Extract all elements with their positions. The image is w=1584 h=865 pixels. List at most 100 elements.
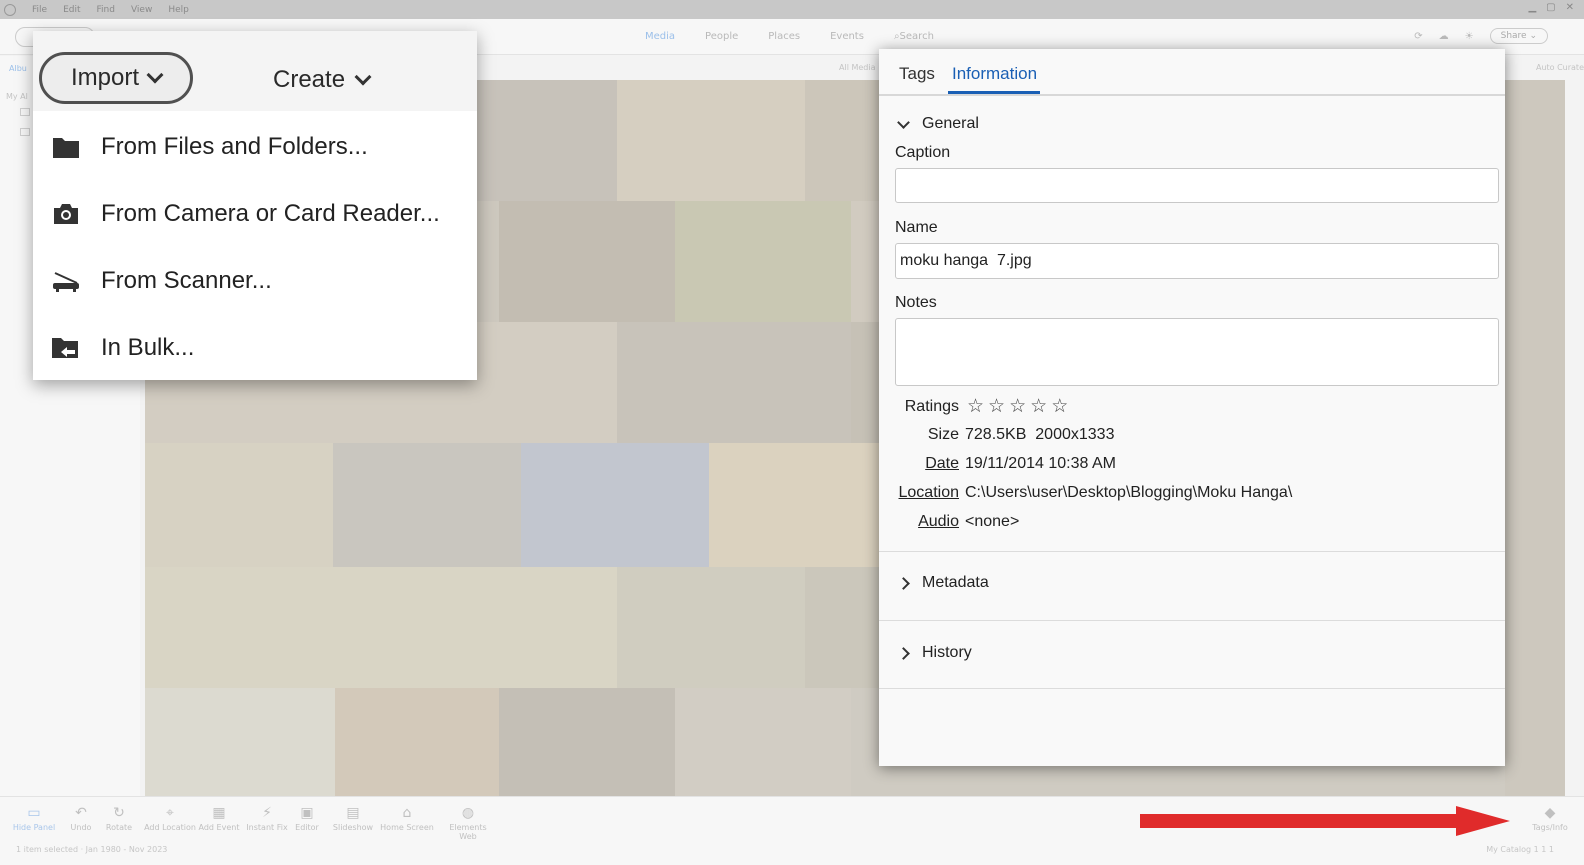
date-link[interactable]: Date xyxy=(879,455,959,473)
notes-input[interactable] xyxy=(895,318,1499,386)
ratings-row: Ratings ☆ ☆ ☆ ☆ ☆ xyxy=(879,395,1068,418)
information-panel: Tags Information General Caption Name mo… xyxy=(879,49,1505,766)
star-icon[interactable]: ☆ xyxy=(967,395,984,418)
tab-people[interactable]: People xyxy=(705,31,738,42)
maximize-icon[interactable]: ▢ xyxy=(1546,2,1555,13)
date-row: Date 19/11/2014 10:38 AM xyxy=(879,455,1116,473)
sync-icon[interactable]: ⟳ xyxy=(1414,31,1422,42)
tab-media[interactable]: Media xyxy=(645,31,675,42)
share-button[interactable]: Share ⌄ xyxy=(1489,28,1548,44)
tool-label: Hide Panel xyxy=(12,823,56,832)
import-button[interactable]: Import xyxy=(39,52,193,104)
camera-icon xyxy=(51,199,81,229)
album-icon xyxy=(20,108,30,116)
metadata-section-header[interactable]: Metadata xyxy=(897,574,989,592)
brightness-icon[interactable]: ☀ xyxy=(1465,31,1474,42)
location-row: Location C:\Users\user\Desktop\Blogging\… xyxy=(879,484,1293,502)
caption-input[interactable] xyxy=(895,168,1499,203)
tool-label: Editor xyxy=(295,823,319,832)
menu-find[interactable]: Find xyxy=(97,5,115,15)
audio-link[interactable]: Audio xyxy=(879,513,959,531)
photo-thumbnail[interactable] xyxy=(145,688,335,796)
auto-curate-toggle[interactable]: Auto Curate xyxy=(1536,63,1584,72)
photo-thumbnail[interactable] xyxy=(1505,80,1565,796)
bulk-import-icon xyxy=(51,333,81,363)
albums-tab[interactable]: Albu xyxy=(9,64,27,73)
close-icon[interactable]: ✕ xyxy=(1566,2,1574,13)
chevron-down-icon xyxy=(897,115,910,129)
photo-thumbnail[interactable] xyxy=(145,567,617,688)
tab-information[interactable]: Information xyxy=(952,64,1037,84)
photo-thumbnail[interactable] xyxy=(499,201,675,322)
home-icon: ⌂ xyxy=(402,805,412,821)
active-tab-indicator xyxy=(948,91,1040,94)
my-albums-label: My Al xyxy=(6,92,28,101)
panel-tabs: Tags Information xyxy=(879,49,1505,96)
menu-help[interactable]: Help xyxy=(168,5,189,15)
search-box[interactable]: ⌕Search xyxy=(894,31,934,42)
search-placeholder: Search xyxy=(899,31,934,42)
import-from-files-item[interactable]: From Files and Folders... xyxy=(33,119,477,175)
create-button[interactable]: Create xyxy=(273,66,372,94)
cloud-icon[interactable]: ☁ xyxy=(1439,31,1449,42)
photo-thumbnail[interactable] xyxy=(499,688,675,796)
photo-thumbnail[interactable] xyxy=(617,322,851,443)
chevron-down-icon xyxy=(354,68,372,86)
photo-thumbnail[interactable] xyxy=(145,443,333,567)
tool-label: Tags/Info xyxy=(1532,823,1568,832)
import-from-camera-item[interactable]: From Camera or Card Reader... xyxy=(33,186,477,242)
location-link[interactable]: Location xyxy=(879,484,960,502)
tool-label: Slideshow xyxy=(332,823,374,832)
import-label: Import xyxy=(70,64,139,91)
photo-thumbnail[interactable] xyxy=(675,201,851,322)
elements-web-button[interactable]: ◍ Elements Web xyxy=(440,805,496,841)
photo-thumbnail[interactable] xyxy=(475,80,617,201)
section-divider xyxy=(879,620,1505,621)
photo-thumbnail[interactable] xyxy=(521,443,709,567)
window-controls: ▁ ▢ ✕ xyxy=(1528,2,1574,13)
general-section-header[interactable]: General xyxy=(897,115,979,133)
menu-view[interactable]: View xyxy=(131,5,152,15)
tags-info-button[interactable]: ◆ Tags/Info xyxy=(1522,805,1578,832)
create-label: Create xyxy=(273,66,346,93)
import-from-scanner-item[interactable]: From Scanner... xyxy=(33,253,477,309)
slideshow-button[interactable]: ▤ Slideshow xyxy=(325,805,381,832)
photo-thumbnail[interactable] xyxy=(335,688,499,796)
star-icon[interactable]: ☆ xyxy=(1009,395,1026,418)
star-icon[interactable]: ☆ xyxy=(1051,395,1068,418)
menu-bar: File Edit Find View Help ▁ ▢ ✕ xyxy=(0,0,1584,19)
add-location-button[interactable]: ⌖ Add Location xyxy=(142,805,198,832)
audio-value: <none> xyxy=(965,513,1020,530)
rotate-button[interactable]: ↻ Rotate xyxy=(91,805,147,832)
album-icon xyxy=(20,128,30,136)
tab-tags[interactable]: Tags xyxy=(899,64,935,84)
name-input[interactable]: moku hanga 7.jpg xyxy=(895,243,1499,279)
tab-places[interactable]: Places xyxy=(768,31,800,42)
minimize-icon[interactable]: ▁ xyxy=(1528,2,1536,13)
star-icon[interactable]: ☆ xyxy=(1030,395,1047,418)
name-label: Name xyxy=(895,219,938,236)
rotate-icon: ↻ xyxy=(113,805,125,821)
photo-thumbnail[interactable] xyxy=(333,443,521,567)
menu-edit[interactable]: Edit xyxy=(63,5,80,15)
photo-thumbnail[interactable] xyxy=(675,688,851,796)
section-divider xyxy=(879,688,1505,689)
home-screen-button[interactable]: ⌂ Home Screen xyxy=(379,805,435,832)
star-icon[interactable]: ☆ xyxy=(988,395,1005,418)
size-row: Size 728.5KB 2000x1333 xyxy=(879,426,1115,444)
rating-stars: ☆ ☆ ☆ ☆ ☆ xyxy=(967,395,1068,418)
photo-thumbnail[interactable] xyxy=(617,567,805,688)
red-arrow-annotation xyxy=(1140,806,1510,836)
import-in-bulk-item[interactable]: In Bulk... xyxy=(33,320,477,376)
dropdown-header: Import Create xyxy=(33,31,477,111)
menu-item-label: In Bulk... xyxy=(101,334,195,361)
globe-icon: ◍ xyxy=(461,805,475,821)
photo-thumbnail[interactable] xyxy=(617,80,805,201)
all-media-filter[interactable]: All Media xyxy=(839,63,876,72)
chevron-right-icon xyxy=(897,576,910,590)
menu-file[interactable]: File xyxy=(32,5,47,15)
menu-item-label: From Scanner... xyxy=(101,267,272,294)
tab-events[interactable]: Events xyxy=(830,31,864,42)
audio-row: Audio <none> xyxy=(879,513,1019,531)
history-section-header[interactable]: History xyxy=(897,644,972,662)
